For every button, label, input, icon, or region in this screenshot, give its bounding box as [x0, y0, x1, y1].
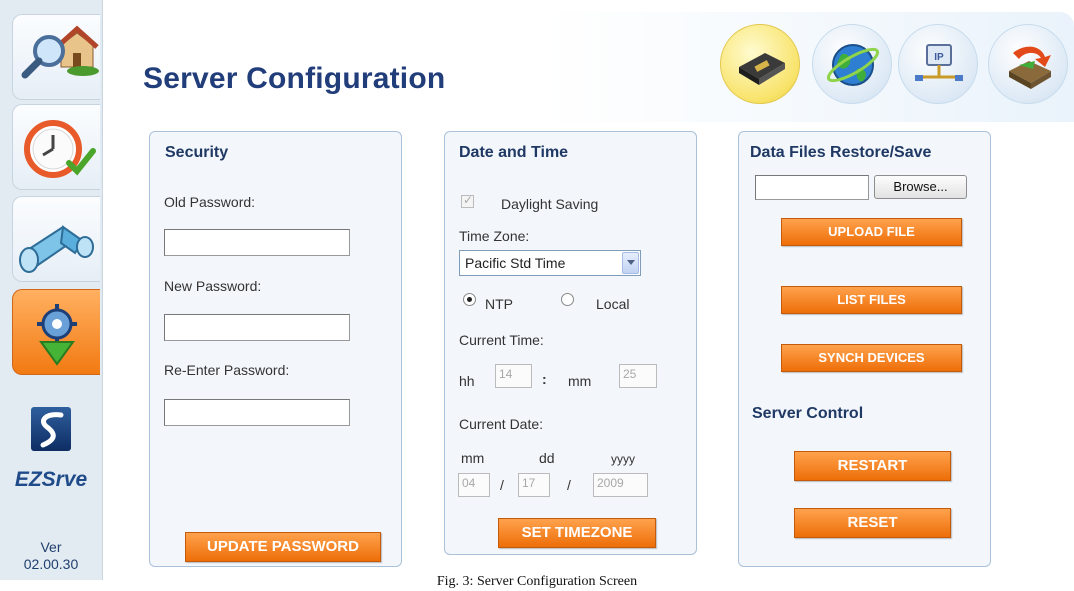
hh-field[interactable]: 14: [495, 364, 532, 388]
date-dd-field[interactable]: 17: [518, 473, 550, 497]
date-dd-label: dd: [539, 450, 555, 466]
datafiles-panel: Data Files Restore/Save Browse... UPLOAD…: [738, 131, 991, 567]
logo-text: EZSrve: [14, 468, 88, 491]
sidebar-item-clock[interactable]: [12, 104, 100, 190]
synch-devices-button[interactable]: SYNCH DEVICES: [781, 344, 962, 372]
hh-label: hh: [459, 373, 475, 389]
date-yyyy-field[interactable]: 2009: [593, 473, 648, 497]
globe-icon: [826, 44, 880, 86]
pipe-icon: [19, 225, 94, 273]
clock-check-icon: [24, 120, 96, 178]
version-info: Ver 02.00.30: [0, 539, 102, 573]
tab-network[interactable]: [812, 24, 892, 104]
timezone-value: Pacific Std Time: [465, 255, 566, 271]
date-mm-label: mm: [461, 450, 485, 466]
list-files-button[interactable]: LIST FILES: [781, 286, 962, 314]
time-colon: :: [542, 371, 547, 387]
reset-button[interactable]: RESET: [794, 508, 951, 538]
local-radio[interactable]: [561, 293, 574, 306]
tab-server[interactable]: [720, 24, 800, 104]
current-time-label: Current Time:: [459, 332, 544, 348]
local-label: Local: [596, 296, 630, 312]
mm-field[interactable]: 25: [619, 364, 657, 388]
restore-arrow-icon: [1009, 46, 1051, 89]
search-house-icon: [21, 25, 99, 79]
page-title: Server Configuration: [143, 62, 446, 95]
security-title: Security: [165, 144, 229, 161]
ip-glyph: IP: [934, 52, 944, 63]
ezsrve-logo-icon: [31, 407, 71, 451]
datafiles-title: Data Files Restore/Save: [750, 144, 932, 161]
old-password-field[interactable]: [164, 229, 350, 256]
datetime-panel: Date and Time Daylight Saving Time Zone:…: [444, 131, 697, 555]
reenter-password-label: Re-Enter Password:: [164, 362, 290, 378]
ntp-label: NTP: [485, 296, 513, 312]
sidebar-item-pipe[interactable]: [12, 196, 100, 282]
version-label: Ver: [40, 539, 62, 555]
timezone-label: Time Zone:: [459, 228, 530, 244]
tab-restore[interactable]: [988, 24, 1068, 104]
chevron-down-icon: [622, 252, 639, 274]
gear-download-icon: [37, 304, 77, 366]
new-password-field[interactable]: [164, 314, 350, 341]
date-slash-1: /: [500, 477, 504, 493]
sidebar: EZSrve Ver 02.00.30: [0, 0, 103, 580]
timezone-select[interactable]: Pacific Std Time: [459, 250, 641, 276]
restart-button[interactable]: RESTART: [794, 451, 951, 481]
mm-label: mm: [568, 373, 592, 389]
set-timezone-button[interactable]: SET TIMEZONE: [498, 518, 656, 548]
reenter-password-field[interactable]: [164, 399, 350, 426]
daylight-saving-label: Daylight Saving: [501, 196, 599, 212]
old-password-label: Old Password:: [164, 194, 256, 210]
date-yyyy-label: yyyy: [611, 452, 635, 466]
security-panel: Security Old Password: New Password: Re-…: [149, 131, 402, 567]
version-number: 02.00.30: [23, 556, 79, 572]
browse-button[interactable]: Browse...: [874, 175, 967, 199]
ntp-radio[interactable]: [463, 293, 476, 306]
file-path-field[interactable]: [755, 175, 869, 200]
tab-ip[interactable]: IP: [898, 24, 978, 104]
server-icon: [739, 53, 785, 85]
network-ip-icon: IP: [915, 44, 963, 81]
server-control-title: Server Control: [752, 405, 864, 422]
sidebar-item-search[interactable]: [12, 14, 100, 100]
new-password-label: New Password:: [164, 278, 262, 294]
daylight-saving-checkbox[interactable]: [461, 193, 474, 208]
date-slash-2: /: [567, 477, 571, 493]
date-mm-field[interactable]: 04: [458, 473, 490, 497]
datetime-title: Date and Time: [459, 144, 569, 161]
upload-file-button[interactable]: UPLOAD FILE: [781, 218, 962, 246]
figure-caption: Fig. 3: Server Configuration Screen: [436, 574, 638, 589]
update-password-button[interactable]: UPDATE PASSWORD: [185, 532, 381, 562]
sidebar-item-server-config[interactable]: [12, 289, 100, 375]
current-date-label: Current Date:: [459, 416, 544, 432]
